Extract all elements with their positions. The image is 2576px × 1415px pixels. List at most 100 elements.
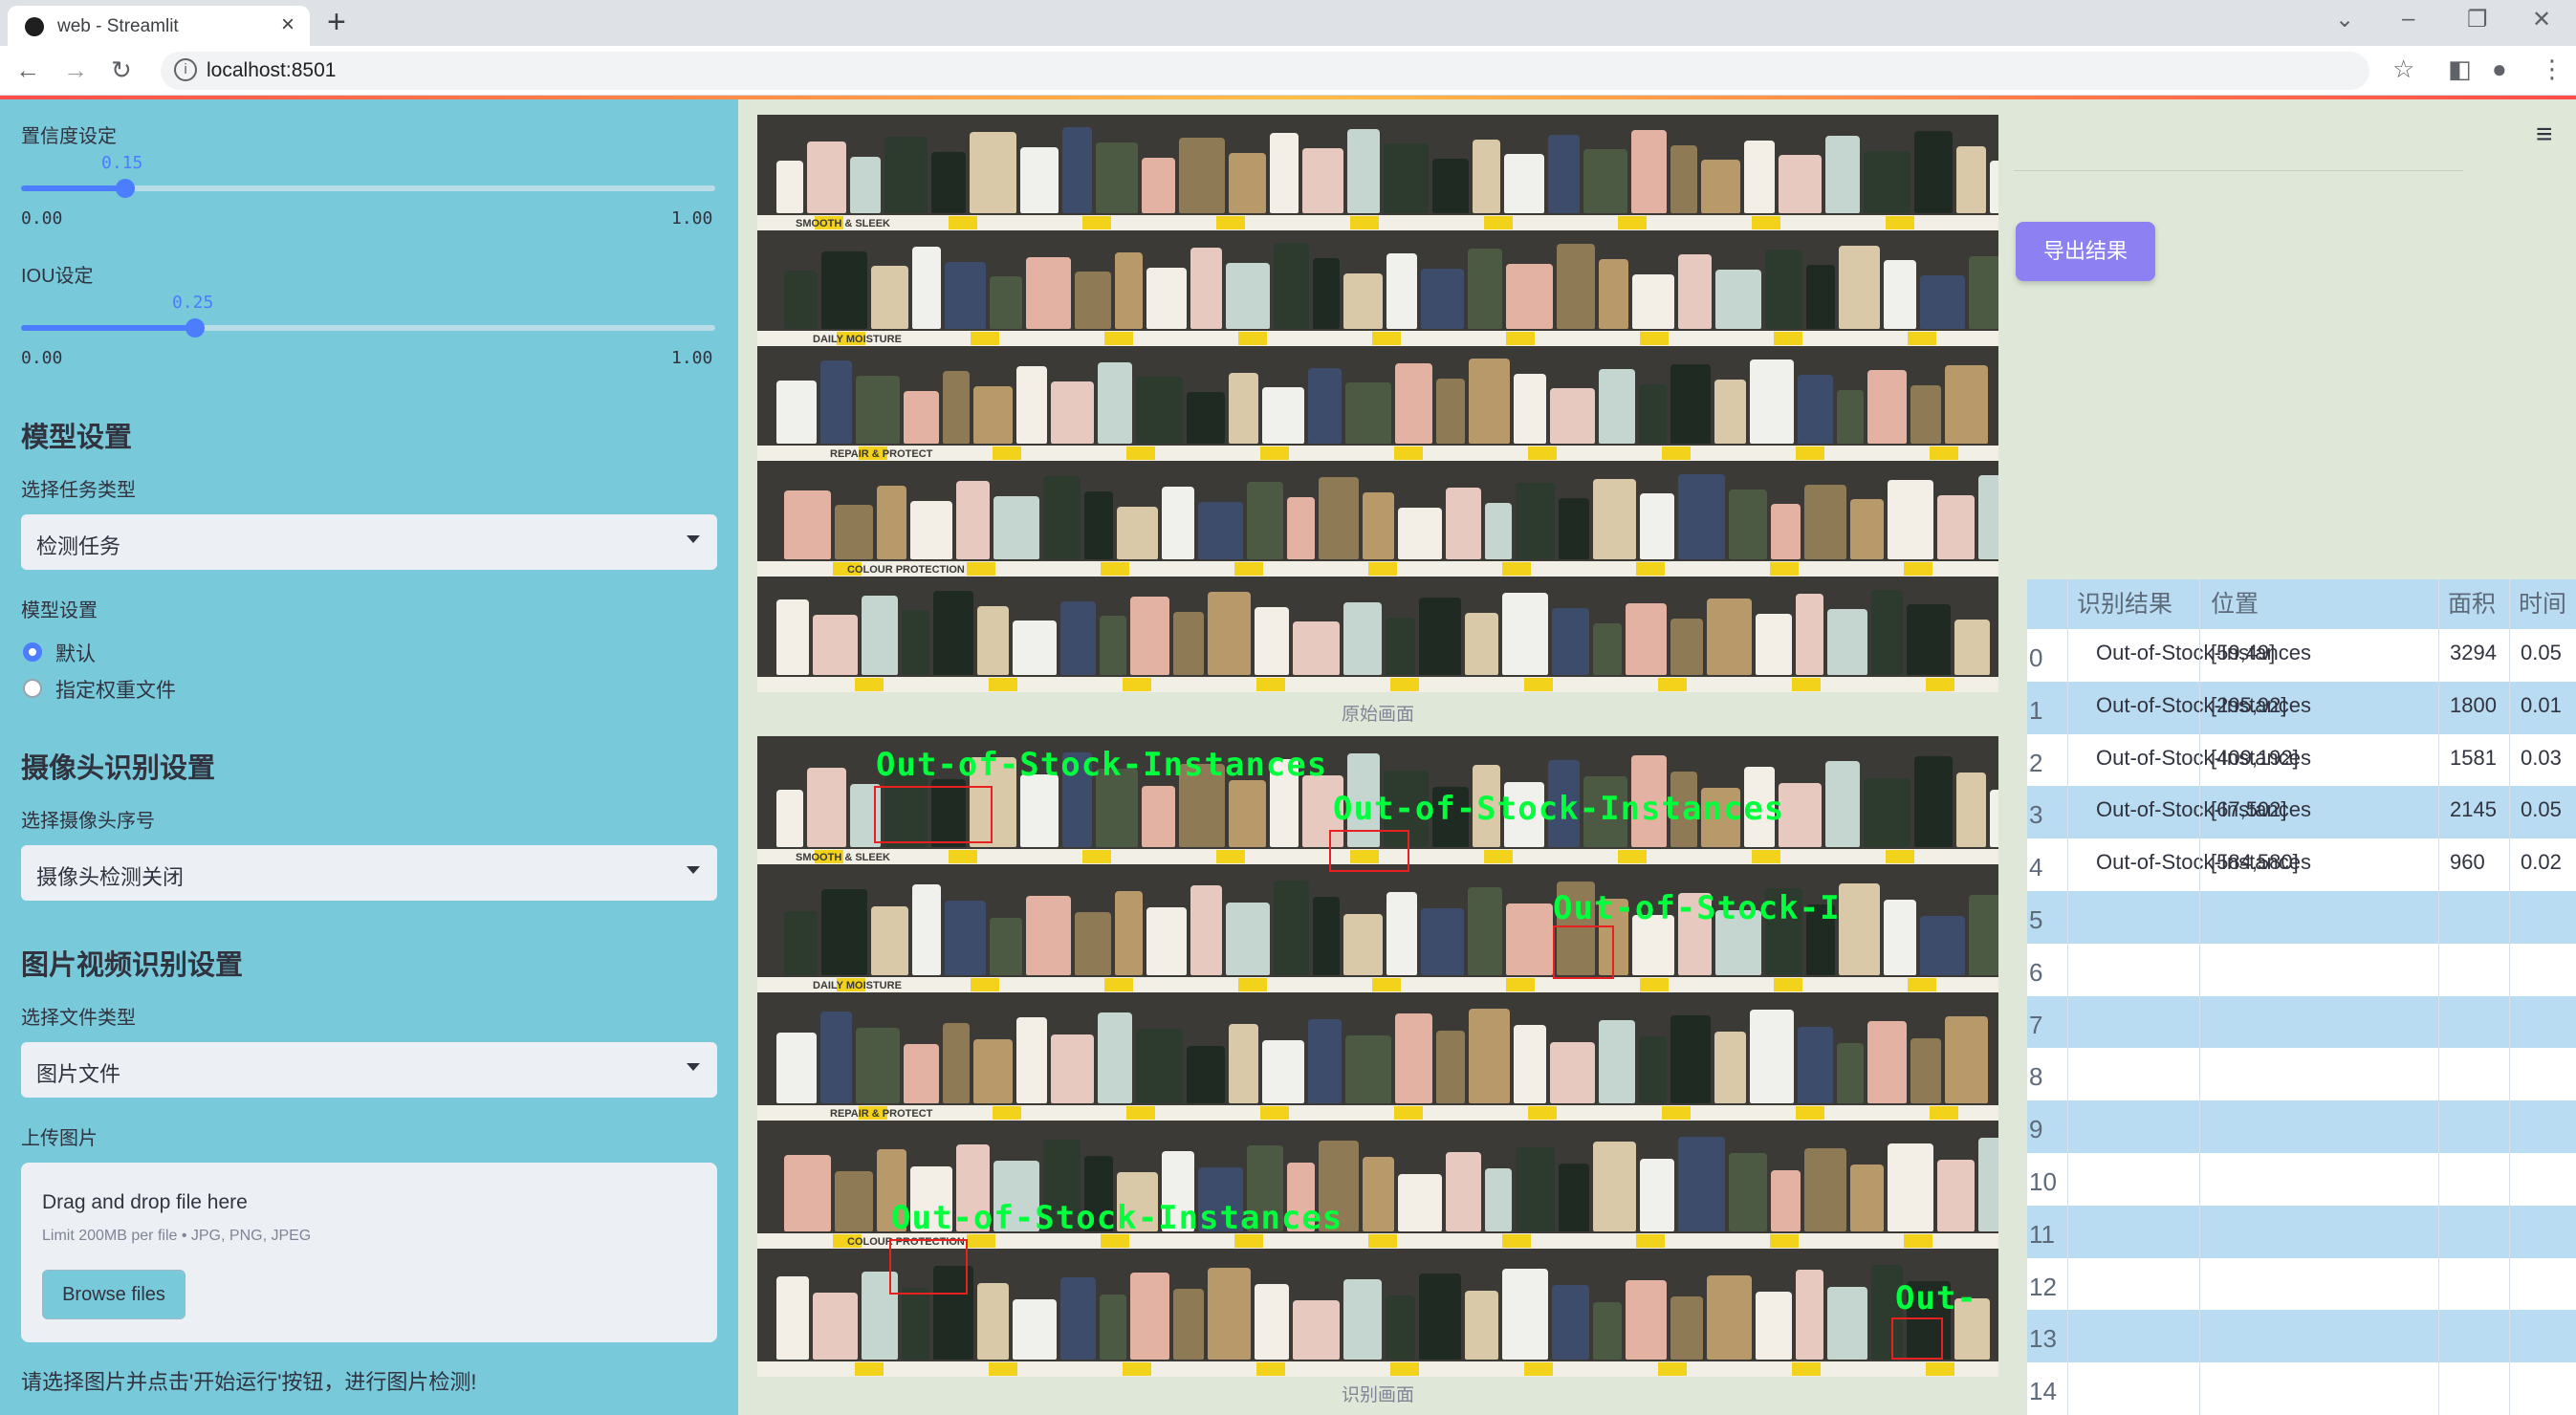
restore-icon[interactable]: ❐ [2467, 6, 2488, 33]
chevron-down-icon [687, 866, 700, 874]
product [877, 485, 906, 560]
product [1198, 501, 1243, 560]
tab-search-icon[interactable]: ⌄ [2335, 6, 2354, 33]
iou-slider-fill [21, 325, 195, 331]
iou-slider[interactable] [21, 318, 715, 337]
product [1714, 1031, 1746, 1103]
table-row[interactable]: 7 [2027, 995, 2576, 1049]
reload-icon[interactable]: ↻ [111, 55, 132, 85]
site-info-icon[interactable]: i [174, 58, 197, 81]
product [1626, 1279, 1667, 1360]
price-tag [1930, 446, 1958, 461]
product [1837, 389, 1864, 445]
product [1020, 773, 1059, 847]
bookmark-star-icon[interactable]: ☆ [2392, 54, 2414, 84]
product [1914, 131, 1953, 213]
export-results-button[interactable]: 导出结果 [2016, 222, 2155, 281]
row-index: 7 [2029, 1010, 2043, 1039]
browser-menu-icon[interactable]: ⋮ [2540, 54, 2565, 84]
forward-icon[interactable]: → [63, 55, 88, 85]
price-tag [993, 1106, 1021, 1120]
price-tag [1618, 850, 1647, 863]
product [1421, 268, 1464, 329]
task-type-select[interactable]: 检测任务 [21, 514, 717, 570]
confidence-slider[interactable] [21, 179, 715, 198]
model-option-label: 模型设置 [21, 600, 98, 621]
address-bar[interactable]: i localhost:8501 [161, 52, 2369, 90]
product [807, 767, 846, 847]
file-dropzone[interactable]: Drag and drop file here Limit 200MB per … [21, 1163, 717, 1342]
file-type-value: 图片文件 [36, 1062, 121, 1086]
back-icon[interactable]: ← [15, 55, 40, 85]
hamburger-menu-icon[interactable]: ≡ [2536, 119, 2553, 151]
table-row[interactable]: 6 [2027, 943, 2576, 996]
table-row[interactable]: 11 [2027, 1205, 2576, 1258]
results-table[interactable]: 识别结果 位置 面积 时间 0 Out-of-Stock-Instances [59… [2027, 579, 2576, 1415]
product [1914, 755, 1953, 847]
price-tag [1752, 850, 1780, 863]
product [1386, 617, 1415, 675]
table-row[interactable]: 4 Out-of-Stock-Instances [584,580] 960 0.02 [2027, 838, 2576, 892]
product [1469, 1008, 1510, 1103]
detection-image-caption: 识别画面 [1341, 1385, 1414, 1405]
column-header-time[interactable]: 时间 [2519, 579, 2566, 629]
product [1593, 1301, 1622, 1360]
product [1343, 272, 1383, 329]
product [1954, 620, 1990, 675]
product [1550, 388, 1595, 445]
shelf-row: DAILY MOISTURE [757, 230, 1998, 346]
price-tag [1082, 850, 1111, 863]
product [1255, 1283, 1289, 1360]
price-tag [1792, 1362, 1821, 1376]
radio-custom-weights-label[interactable]: 指定权重文件 [55, 675, 176, 704]
table-row[interactable]: 14 [2027, 1362, 2576, 1415]
minimize-icon[interactable]: – [2402, 6, 2414, 33]
new-tab-icon[interactable]: + [327, 4, 346, 41]
side-panel-icon[interactable]: ◧ [2448, 54, 2472, 84]
table-row[interactable]: 3 Out-of-Stock-Instances [67,502] 2145 0.05 [2027, 786, 2576, 839]
radio-default-icon[interactable] [23, 642, 42, 662]
product [1632, 273, 1674, 329]
cell-time: 0.01 [2521, 692, 2562, 717]
product [1343, 601, 1382, 675]
table-row[interactable]: 5 [2027, 891, 2576, 944]
table-row[interactable]: 8 [2027, 1048, 2576, 1101]
browser-tab[interactable]: web - Streamlit × [8, 6, 310, 46]
profile-avatar-icon[interactable]: ● [2492, 54, 2507, 84]
price-tag [949, 215, 977, 229]
radio-default-label[interactable]: 默认 [55, 639, 96, 667]
table-row[interactable]: 10 [2027, 1153, 2576, 1206]
radio-custom-weights-icon[interactable] [23, 679, 42, 698]
price-tag [971, 331, 999, 345]
table-row[interactable]: 9 [2027, 1100, 2576, 1154]
table-row[interactable]: 2 Out-of-Stock-Instances [409,192] 1581 0.03 [2027, 733, 2576, 787]
iou-slider-thumb[interactable] [185, 318, 205, 337]
product [1670, 618, 1703, 675]
table-row[interactable]: 1 Out-of-Stock-Instances [295,92] 1800 0.01 [2027, 681, 2576, 734]
product [784, 271, 818, 329]
close-window-icon[interactable]: ✕ [2532, 6, 2551, 33]
column-header-position[interactable]: 位置 [2211, 579, 2259, 629]
product [1626, 603, 1667, 675]
close-tab-icon[interactable]: × [281, 11, 295, 38]
table-row[interactable]: 13 [2027, 1310, 2576, 1363]
price-tag [1792, 677, 1821, 691]
confidence-slider-thumb[interactable] [115, 179, 135, 198]
shelf-row: COLOUR PROTECTION [757, 461, 1998, 577]
browse-files-button[interactable]: Browse files [42, 1270, 186, 1319]
product [1850, 499, 1884, 560]
product [902, 1287, 929, 1360]
price-tag [993, 446, 1021, 461]
product [1302, 148, 1343, 213]
product [910, 500, 952, 560]
product [871, 266, 908, 329]
product [1208, 592, 1251, 675]
camera-index-select[interactable]: 摄像头检测关闭 [21, 845, 717, 901]
column-header-result[interactable]: 识别结果 [2077, 579, 2172, 629]
table-row[interactable]: 12 [2027, 1257, 2576, 1311]
price-tag [1260, 446, 1289, 461]
column-header-area[interactable]: 面积 [2448, 579, 2496, 629]
price-tag [1368, 562, 1397, 577]
table-row[interactable]: 0 Out-of-Stock-Instances [59,49] 3294 0.05 [2027, 629, 2576, 682]
file-type-select[interactable]: 图片文件 [21, 1042, 717, 1098]
